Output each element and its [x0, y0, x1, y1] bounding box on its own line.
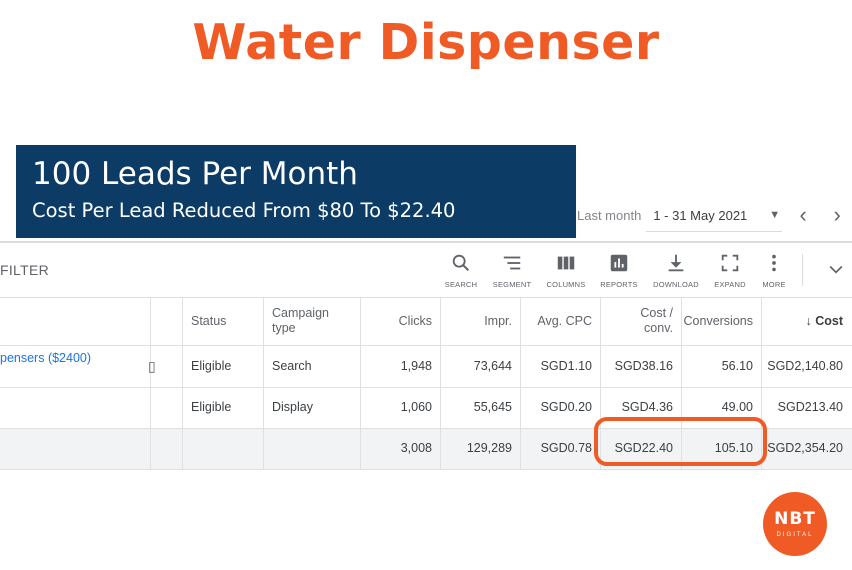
header-campaign-type[interactable]: Campaign type [272, 306, 329, 336]
search-tool[interactable]: SEARCH [436, 252, 486, 289]
header-avg-cpc[interactable]: Avg. CPC [537, 314, 592, 329]
banner-headline: 100 Leads Per Month [32, 156, 358, 192]
highlight-outline [594, 417, 767, 466]
total-avg-cpc-cell: SGD0.78 [540, 441, 592, 455]
total-clicks-cell: 3,008 [400, 441, 432, 455]
segment-tool-label: SEGMENT [492, 280, 532, 289]
collapse-toolbar-button[interactable] [826, 259, 846, 284]
chevron-left-icon[interactable]: ‹ [792, 202, 814, 228]
date-underline [646, 231, 782, 232]
column-divider [263, 297, 264, 469]
header-campaign-type-line1: Campaign [272, 306, 329, 320]
banner-subline: Cost Per Lead Reduced From $80 To $22.40 [32, 199, 456, 222]
cost-per-conv-cell: SGD38.16 [614, 359, 673, 373]
conversions-cell: 49.00 [721, 400, 753, 414]
header-clicks[interactable]: Clicks [399, 314, 432, 329]
results-banner: 100 Leads Per Month Cost Per Lead Reduce… [16, 145, 576, 238]
reports-icon [610, 254, 628, 272]
header-conversions[interactable]: Conversions [684, 314, 753, 329]
reports-tool[interactable]: REPORTS [594, 252, 644, 289]
column-divider [182, 297, 183, 469]
more-tool[interactable]: MORE [749, 252, 799, 289]
column-divider [150, 297, 151, 469]
header-impr[interactable]: Impr. [484, 314, 512, 329]
reports-tool-label: REPORTS [600, 280, 638, 289]
date-range-value[interactable]: 1 - 31 May 2021 [649, 208, 751, 223]
search-tool-label: SEARCH [444, 280, 478, 289]
toolbar-divider [0, 241, 852, 243]
chevron-right-icon[interactable]: › [826, 202, 848, 228]
column-divider [360, 297, 361, 469]
columns-icon [557, 256, 575, 270]
column-divider [520, 297, 521, 469]
chevron-down-icon [829, 265, 843, 274]
triangle-down-icon[interactable]: ▼ [769, 209, 780, 221]
column-divider [440, 297, 441, 469]
header-cost-per-conv-line2: conv. [644, 321, 673, 335]
total-cost-cell: SGD2,354.20 [767, 441, 843, 455]
cost-cell: SGD213.40 [777, 400, 843, 414]
campaign-type-cell: Search [272, 359, 312, 373]
header-cost[interactable]: ↓ Cost [805, 314, 843, 329]
table-header-bottom-border [0, 345, 852, 346]
more-tool-label: MORE [762, 280, 786, 289]
header-campaign-type-line2: type [272, 321, 296, 335]
cost-per-conv-cell: SGD4.36 [621, 400, 673, 414]
campaign-name-link[interactable]: pensers ($2400) [0, 351, 91, 365]
segment-tool[interactable]: SEGMENT [487, 252, 537, 289]
conversions-cell: 56.10 [721, 359, 753, 373]
expand-tool-label: EXPAND [714, 280, 746, 289]
clicks-cell: 1,060 [400, 400, 432, 414]
date-range-label: Last month [577, 207, 642, 223]
impr-cell: 55,645 [473, 400, 512, 414]
logo-text: NBT [774, 509, 816, 529]
header-cost-per-conv-line1: Cost / [640, 306, 673, 320]
cost-cell: SGD2,140.80 [767, 359, 843, 373]
download-icon [668, 254, 684, 272]
expand-tool[interactable]: EXPAND [705, 252, 755, 289]
avg-cpc-cell: SGD0.20 [540, 400, 592, 414]
segment-icon [503, 256, 521, 270]
brand-logo: NBT DIGITAL [763, 492, 827, 556]
campaign-type-cell: Display [272, 400, 313, 414]
columns-tool-label: COLUMNS [546, 280, 586, 289]
status-cell: Eligible [191, 359, 232, 373]
expand-icon [721, 254, 739, 272]
download-tool-label: DOWNLOAD [653, 280, 699, 289]
table-bottom-border [0, 469, 852, 470]
page-title: Water Dispenser [192, 14, 660, 71]
columns-tool[interactable]: COLUMNS [541, 252, 591, 289]
table-header-top-border [0, 297, 852, 298]
more-vert-icon [772, 254, 776, 272]
header-cost-label: Cost [815, 314, 843, 328]
filter-button[interactable]: FILTER [0, 262, 49, 278]
logo-subtext: DIGITAL [776, 532, 814, 538]
status-cell: Eligible [191, 400, 232, 414]
search-icon [452, 254, 470, 272]
toolbar-separator [802, 254, 803, 286]
row-divider [0, 387, 852, 388]
impr-cell: 73,644 [473, 359, 512, 373]
download-tool[interactable]: DOWNLOAD [651, 252, 701, 289]
clicks-cell: 1,948 [400, 359, 432, 373]
header-cost-per-conv[interactable]: Cost / conv. [640, 306, 673, 336]
edit-pencil-icon[interactable]: ▯ [148, 358, 156, 375]
total-impr-cell: 129,289 [466, 441, 512, 455]
avg-cpc-cell: SGD1.10 [540, 359, 592, 373]
date-range-selector[interactable]: Last month 1 - 31 May 2021 ▼ ‹ › [577, 200, 848, 230]
header-status[interactable]: Status [191, 314, 226, 329]
sort-arrow-icon: ↓ [805, 314, 812, 328]
